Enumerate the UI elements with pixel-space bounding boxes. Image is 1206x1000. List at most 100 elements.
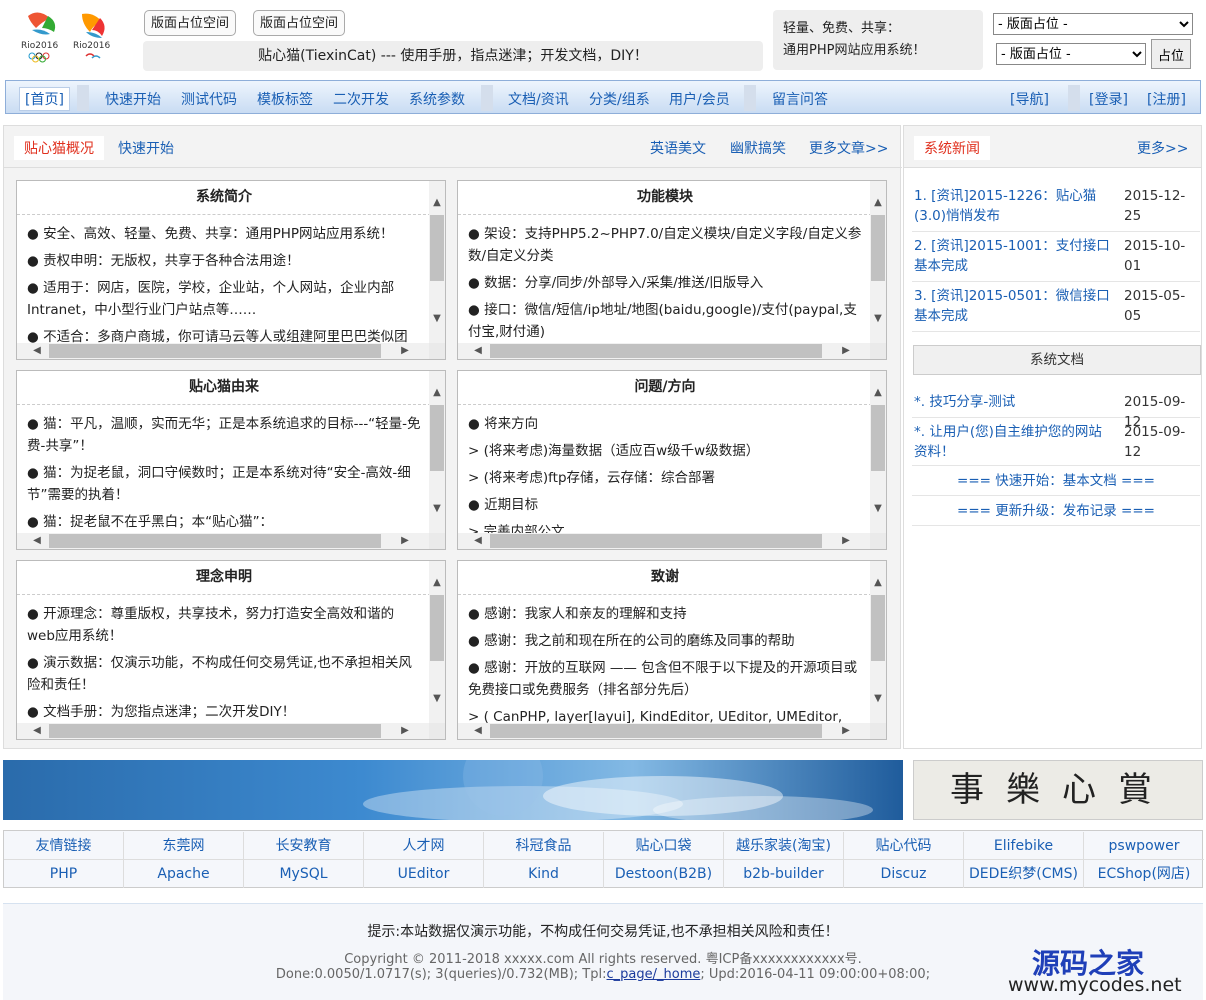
template-link[interactable]: c_page/_home bbox=[607, 967, 701, 982]
scroll-left-icon[interactable]: ◀ bbox=[470, 343, 486, 359]
scroll-up-icon[interactable]: ▲ bbox=[429, 575, 445, 591]
friend-link[interactable]: Destoon(B2B) bbox=[604, 860, 724, 888]
place-button[interactable]: 占位 bbox=[1151, 39, 1191, 69]
nav-guestbook[interactable]: 留言问答 bbox=[772, 89, 828, 109]
friend-link[interactable]: b2b-builder bbox=[724, 860, 844, 888]
scroll-thumb[interactable] bbox=[49, 724, 381, 738]
nav-secondary-dev[interactable]: 二次开发 bbox=[333, 89, 389, 109]
nav-template-tags[interactable]: 模板标签 bbox=[257, 89, 313, 109]
scroll-right-icon[interactable]: ▶ bbox=[397, 723, 413, 739]
scroll-right-icon[interactable]: ▶ bbox=[838, 343, 854, 359]
friend-link[interactable]: ECShop(网店) bbox=[1084, 860, 1204, 888]
scroll-thumb[interactable] bbox=[430, 405, 444, 471]
scroll-up-icon[interactable]: ▲ bbox=[870, 195, 886, 211]
nav-system-params[interactable]: 系统参数 bbox=[409, 89, 465, 109]
vertical-scrollbar[interactable]: ▲ ▼ bbox=[429, 371, 445, 533]
scroll-up-icon[interactable]: ▲ bbox=[429, 195, 445, 211]
nav-login[interactable]: [登录] bbox=[1089, 89, 1128, 109]
nav-test-code[interactable]: 测试代码 bbox=[181, 89, 237, 109]
scroll-thumb[interactable] bbox=[49, 534, 381, 548]
friend-link[interactable]: Apache bbox=[124, 860, 244, 888]
friend-link[interactable]: Kind bbox=[484, 860, 604, 888]
scroll-thumb[interactable] bbox=[490, 344, 822, 358]
nav-guide[interactable]: [导航] bbox=[1010, 89, 1049, 109]
friend-link[interactable]: 科冠食品 bbox=[484, 832, 604, 860]
scroll-down-icon[interactable]: ▼ bbox=[429, 691, 445, 707]
doc-link-quickstart[interactable]: === 快速开始：基本文档 === bbox=[912, 466, 1200, 496]
friend-link[interactable]: UEditor bbox=[364, 860, 484, 888]
scroll-thumb[interactable] bbox=[490, 724, 822, 738]
scroll-down-icon[interactable]: ▼ bbox=[429, 311, 445, 327]
link-english-articles[interactable]: 英语美文 bbox=[650, 138, 706, 158]
tab-system-news[interactable]: 系统新闻 bbox=[914, 136, 990, 160]
vertical-scrollbar[interactable]: ▲ ▼ bbox=[429, 181, 445, 343]
news-item[interactable]: 1. [资讯]2015-1226：贴心猫(3.0)悄悄发布 2015-12-25 bbox=[912, 186, 1200, 232]
scroll-thumb[interactable] bbox=[871, 215, 885, 281]
horizontal-scrollbar[interactable]: ◀ ▶ bbox=[17, 723, 431, 739]
scroll-right-icon[interactable]: ▶ bbox=[397, 533, 413, 549]
scroll-down-icon[interactable]: ▼ bbox=[429, 501, 445, 517]
scroll-up-icon[interactable]: ▲ bbox=[429, 385, 445, 401]
doc-link-changelog[interactable]: === 更新升级：发布记录 === bbox=[912, 496, 1200, 526]
scroll-right-icon[interactable]: ▶ bbox=[838, 723, 854, 739]
scroll-down-icon[interactable]: ▼ bbox=[870, 311, 886, 327]
friend-link[interactable]: Elifebike bbox=[964, 832, 1084, 860]
scroll-left-icon[interactable]: ◀ bbox=[470, 533, 486, 549]
horizontal-scrollbar[interactable]: ◀ ▶ bbox=[458, 533, 872, 549]
nav-users[interactable]: 用户/会员 bbox=[669, 89, 730, 109]
link-more-news[interactable]: 更多>> bbox=[1137, 138, 1188, 158]
nav-categories[interactable]: 分类/组系 bbox=[589, 89, 650, 109]
friend-link[interactable]: 人才网 bbox=[364, 832, 484, 860]
scroll-thumb[interactable] bbox=[430, 595, 444, 661]
link-humor[interactable]: 幽默搞笑 bbox=[730, 138, 786, 158]
news-title[interactable]: 1. [资讯]2015-1226：贴心猫(3.0)悄悄发布 bbox=[914, 186, 1119, 226]
friend-links-label[interactable]: 友情链接 bbox=[4, 832, 124, 860]
nav-home[interactable]: [首页] bbox=[19, 87, 70, 111]
vertical-scrollbar[interactable]: ▲ ▼ bbox=[870, 181, 886, 343]
tab-quickstart[interactable]: 快速开始 bbox=[118, 138, 174, 158]
friend-link[interactable]: MySQL bbox=[244, 860, 364, 888]
doc-item[interactable]: *. 让用户(您)自主维护您的网站资料！ 2015-09-12 bbox=[912, 422, 1200, 466]
friend-link[interactable]: Discuz bbox=[844, 860, 964, 888]
friend-link[interactable]: 东莞网 bbox=[124, 832, 244, 860]
nav-register[interactable]: [注册] bbox=[1147, 89, 1186, 109]
doc-title[interactable]: *. 技巧分享-测试 bbox=[914, 392, 1015, 412]
horizontal-scrollbar[interactable]: ◀ ▶ bbox=[17, 533, 431, 549]
scroll-thumb[interactable] bbox=[49, 344, 381, 358]
scroll-down-icon[interactable]: ▼ bbox=[870, 691, 886, 707]
scroll-left-icon[interactable]: ◀ bbox=[470, 723, 486, 739]
horizontal-scrollbar[interactable]: ◀ ▶ bbox=[17, 343, 431, 359]
placeholder-select-1[interactable]: - 版面占位 - bbox=[993, 13, 1193, 35]
friend-link[interactable]: 越乐家装(淘宝) bbox=[724, 832, 844, 860]
link-more-articles[interactable]: 更多文章>> bbox=[809, 138, 888, 158]
news-title[interactable]: 3. [资讯]2015-0501：微信接口基本完成 bbox=[914, 286, 1119, 326]
scroll-thumb[interactable] bbox=[430, 215, 444, 281]
friend-link[interactable]: pswpower bbox=[1084, 832, 1204, 860]
tab-overview[interactable]: 贴心猫概况 bbox=[14, 136, 104, 160]
scroll-down-icon[interactable]: ▼ bbox=[870, 501, 886, 517]
scroll-up-icon[interactable]: ▲ bbox=[870, 385, 886, 401]
scroll-right-icon[interactable]: ▶ bbox=[838, 533, 854, 549]
scroll-thumb[interactable] bbox=[871, 405, 885, 471]
nav-quickstart[interactable]: 快速开始 bbox=[105, 89, 161, 109]
friend-link[interactable]: DEDE织梦(CMS) bbox=[964, 860, 1084, 888]
friend-link[interactable]: PHP bbox=[4, 860, 124, 888]
horizontal-scrollbar[interactable]: ◀ ▶ bbox=[458, 343, 872, 359]
vertical-scrollbar[interactable]: ▲ ▼ bbox=[870, 371, 886, 533]
scroll-left-icon[interactable]: ◀ bbox=[29, 343, 45, 359]
friend-link[interactable]: 贴心代码 bbox=[844, 832, 964, 860]
scroll-right-icon[interactable]: ▶ bbox=[397, 343, 413, 359]
vertical-scrollbar[interactable]: ▲ ▼ bbox=[429, 561, 445, 723]
scroll-left-icon[interactable]: ◀ bbox=[29, 533, 45, 549]
scroll-thumb[interactable] bbox=[871, 595, 885, 661]
placeholder-button-a[interactable]: 版面占位空间 bbox=[144, 10, 237, 36]
news-item[interactable]: 3. [资讯]2015-0501：微信接口基本完成 2015-05-05 bbox=[912, 286, 1200, 332]
doc-title[interactable]: *. 让用户(您)自主维护您的网站资料！ bbox=[914, 422, 1114, 462]
horizontal-scrollbar[interactable]: ◀ ▶ bbox=[458, 723, 872, 739]
friend-link[interactable]: 贴心口袋 bbox=[604, 832, 724, 860]
vertical-scrollbar[interactable]: ▲ ▼ bbox=[870, 561, 886, 723]
placeholder-select-2[interactable]: - 版面占位 - bbox=[996, 43, 1146, 65]
scroll-left-icon[interactable]: ◀ bbox=[29, 723, 45, 739]
nav-docs-news[interactable]: 文档/资讯 bbox=[508, 89, 569, 109]
placeholder-button-b[interactable]: 版面占位空间 bbox=[253, 10, 346, 36]
